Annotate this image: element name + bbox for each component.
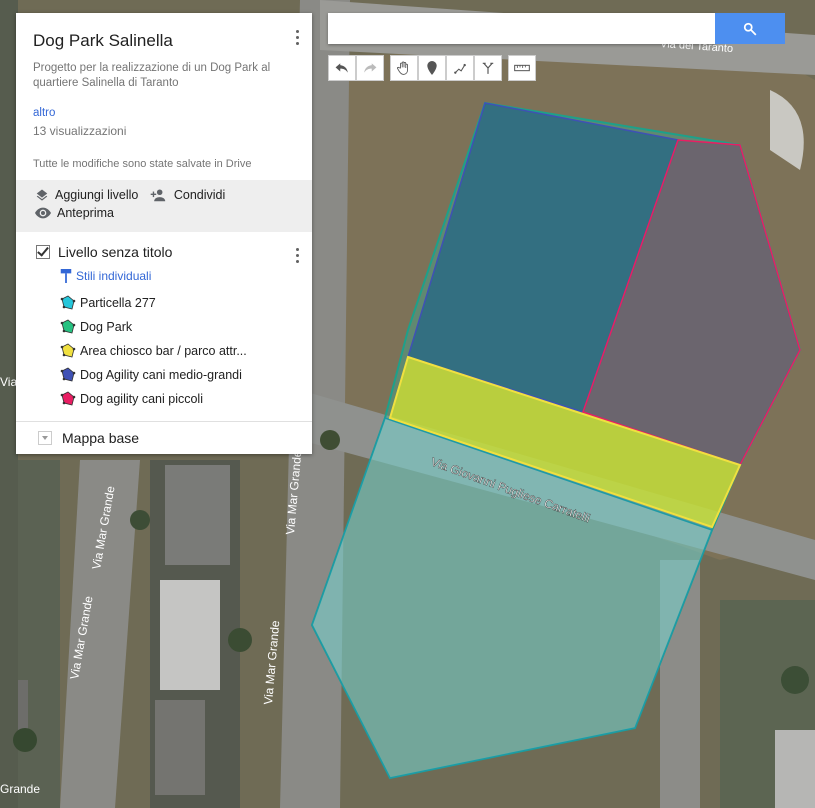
draw-line-button[interactable]: [446, 55, 474, 81]
layer-item[interactable]: Area chiosco bar / parco attr...: [60, 343, 298, 358]
drawing-toolbar: [390, 55, 536, 81]
save-status: Tutte le modifiche sono state salvate in…: [33, 158, 252, 170]
hand-icon: [397, 61, 408, 75]
basemap-label: Mappa base: [62, 430, 140, 446]
polygon-icon: [60, 391, 76, 405]
layer-item-label: Dog agility cani piccoli: [80, 391, 203, 406]
history-toolbar: [328, 55, 384, 81]
add-person-icon: [150, 189, 166, 202]
layer-item[interactable]: Dog agility cani piccoli: [60, 391, 298, 406]
paint-roller-icon: [60, 269, 72, 283]
measure-button[interactable]: [508, 55, 536, 81]
layer-section: Livello senza titolo Stili individuali P…: [16, 232, 312, 422]
layer-options-icon[interactable]: [294, 248, 300, 266]
layer-item-label: Dog Park: [80, 319, 133, 334]
map-legend-panel: Dog Park Salinella Progetto per la reali…: [16, 13, 312, 454]
directions-icon: [482, 62, 494, 74]
add-layer-button[interactable]: Aggiungi livello: [35, 188, 138, 202]
layer-item-label: Area chiosco bar / parco attr...: [80, 343, 247, 358]
map-actions: Aggiungi livello Condividi Anteprima: [16, 180, 312, 232]
pan-tool-button[interactable]: [390, 55, 418, 81]
basemap-toggle[interactable]: Mappa base: [16, 422, 312, 454]
share-button[interactable]: Condividi: [150, 188, 225, 202]
polygon-icon: [60, 343, 76, 357]
individual-styles-link[interactable]: Stili individuali: [60, 269, 298, 283]
layer-header: Livello senza titolo: [36, 244, 298, 260]
search-icon: [743, 22, 757, 35]
layer-item-label: Dog Agility cani medio-grandi: [80, 367, 242, 382]
search-button[interactable]: [715, 13, 785, 44]
layer-item[interactable]: Dog Park: [60, 319, 298, 334]
preview-button[interactable]: Anteprima: [35, 206, 114, 220]
preview-label: Anteprima: [57, 206, 114, 220]
expand-icon: [38, 431, 52, 445]
share-label: Condividi: [173, 188, 226, 202]
marker-icon: [427, 61, 437, 75]
layer-item[interactable]: Dog Agility cani medio-grandi: [60, 367, 298, 382]
ruler-icon: [514, 64, 530, 72]
street-label-via: Via: [0, 375, 17, 389]
directions-button[interactable]: [474, 55, 502, 81]
polygon-icon: [60, 295, 76, 309]
undo-icon: [335, 63, 348, 73]
layer-item-label: Particella 277: [80, 295, 156, 310]
map-description[interactable]: Progetto per la realizzazione di un Dog …: [33, 61, 283, 91]
redo-icon: [364, 63, 377, 73]
layer-visibility-checkbox[interactable]: [36, 245, 50, 259]
undo-button[interactable]: [328, 55, 356, 81]
polygon-icon: [60, 319, 76, 333]
search-input[interactable]: [328, 13, 715, 44]
add-marker-button[interactable]: [418, 55, 446, 81]
individual-styles-label: Stili individuali: [76, 269, 152, 283]
map-title[interactable]: Dog Park Salinella: [33, 31, 296, 51]
layer-title[interactable]: Livello senza titolo: [58, 244, 172, 260]
views-count: 13 visualizzazioni: [33, 124, 127, 138]
eye-icon: [35, 207, 51, 219]
draw-line-icon: [454, 63, 466, 74]
map-options-icon[interactable]: [294, 30, 300, 48]
more-link[interactable]: altro: [33, 107, 296, 119]
polygon-icon: [60, 367, 76, 381]
layer-item[interactable]: Particella 277: [60, 295, 298, 310]
redo-button[interactable]: [356, 55, 384, 81]
layers-icon: [36, 189, 48, 201]
add-layer-label: Aggiungi livello: [55, 188, 139, 202]
street-label-grande: Grande: [0, 782, 40, 796]
map-header: Dog Park Salinella Progetto per la reali…: [16, 13, 312, 180]
